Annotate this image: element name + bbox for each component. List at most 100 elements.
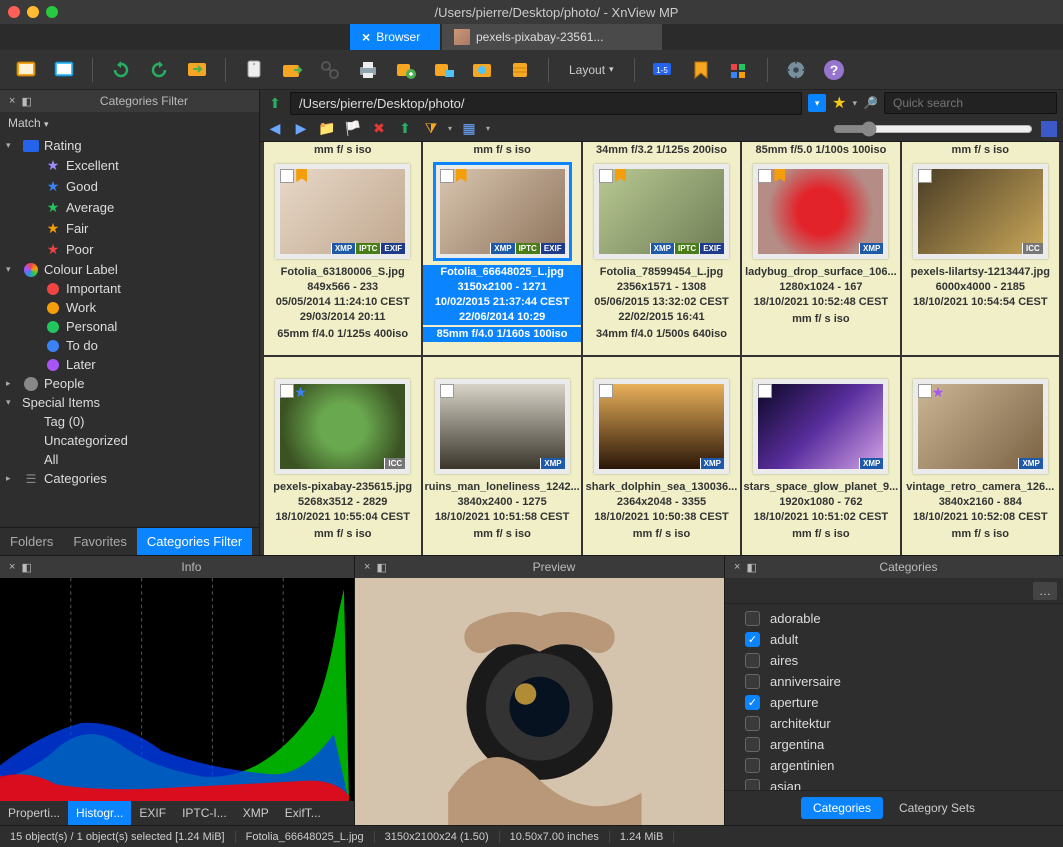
selection-checkbox[interactable]	[599, 384, 613, 398]
multipage-button[interactable]	[506, 56, 534, 84]
category-checkbox[interactable]	[745, 758, 760, 773]
forward-button[interactable]: ▶	[292, 120, 310, 138]
tree-rating-good[interactable]: ★Good	[0, 176, 259, 197]
rotate-right-button[interactable]	[145, 56, 173, 84]
thumbnail-cell[interactable]: ★XMPvintage_retro_camera_126...3840x2160…	[902, 357, 1059, 555]
bookmark-tool-button[interactable]	[687, 56, 715, 84]
category-row[interactable]: asian	[725, 776, 1063, 790]
thumbnail-image[interactable]: XMPIPTCEXIF	[275, 164, 410, 259]
category-row[interactable]: ✓adult	[725, 629, 1063, 650]
capture-button[interactable]	[468, 56, 496, 84]
open-folder-button[interactable]: 📁	[318, 120, 336, 138]
selection-checkbox[interactable]	[918, 169, 932, 183]
thumbnail-image[interactable]: XMP	[753, 379, 888, 474]
category-row[interactable]: adorable	[725, 608, 1063, 629]
info-tab-properties[interactable]: Properti...	[0, 801, 68, 825]
info-tab-xmp[interactable]: XMP	[235, 801, 277, 825]
batch-rename-button[interactable]	[430, 56, 458, 84]
float-panel-icon[interactable]: ◧	[373, 561, 389, 574]
tab-favorites[interactable]: Favorites	[63, 528, 136, 555]
thumbnail-cell[interactable]: XMPstars_space_glow_planet_9...1920x1080…	[742, 357, 899, 555]
delete-button[interactable]: ✖	[370, 120, 388, 138]
tree-rating-poor[interactable]: ★Poor	[0, 239, 259, 260]
category-row[interactable]: argentina	[725, 734, 1063, 755]
thumbnail-cell[interactable]: 85mm f/5.0 1/100s 100isoXMPladybug_drop_…	[742, 142, 899, 355]
view-options-button[interactable]	[1041, 121, 1057, 137]
search-button[interactable]	[316, 56, 344, 84]
tab-browser[interactable]: × Browser	[350, 24, 440, 50]
close-panel-icon[interactable]: ×	[731, 561, 743, 573]
tree-colour-todo[interactable]: To do	[0, 336, 259, 355]
selection-checkbox[interactable]	[440, 384, 454, 398]
tree-colour-later[interactable]: Later	[0, 355, 259, 374]
tag-green-button[interactable]: ⬆	[396, 120, 414, 138]
category-checkbox[interactable]	[745, 716, 760, 731]
tree-rating-fair[interactable]: ★Fair	[0, 218, 259, 239]
category-row[interactable]: architektur	[725, 713, 1063, 734]
thumbnail-cell[interactable]: XMPruins_man_loneliness_1242...3840x2400…	[423, 357, 580, 555]
thumbnail-cell[interactable]: 34mm f/3.2 1/125s 200isoXMPIPTCEXIFFotol…	[583, 142, 740, 355]
selection-checkbox[interactable]	[599, 169, 613, 183]
view-mode-button[interactable]: ▦	[460, 120, 478, 138]
thumbnail-size-slider[interactable]	[833, 121, 1033, 137]
path-dropdown-icon[interactable]: ▾	[808, 94, 826, 112]
tab-categories-filter[interactable]: Categories Filter	[137, 528, 252, 555]
category-checkbox[interactable]	[745, 737, 760, 752]
help-button[interactable]: ?	[820, 56, 848, 84]
thumbnail-cell[interactable]: XMPshark_dolphin_sea_130036...2364x2048 …	[583, 357, 740, 555]
thumbnail-image[interactable]: XMPIPTCEXIF	[594, 164, 729, 259]
close-panel-icon[interactable]: ×	[6, 95, 18, 107]
back-button[interactable]: ◀	[266, 120, 284, 138]
cat-tab-sets[interactable]: Category Sets	[887, 797, 987, 819]
info-tab-exif[interactable]: EXIF	[131, 801, 174, 825]
tree-colour-label[interactable]: ▾Colour Label	[0, 260, 259, 279]
rating-tool-button[interactable]: 1-5	[649, 56, 677, 84]
copy-button[interactable]	[240, 56, 268, 84]
category-row[interactable]: aires	[725, 650, 1063, 671]
close-panel-icon[interactable]: ×	[361, 561, 373, 573]
tab-folders[interactable]: Folders	[0, 528, 63, 555]
thumbnail-image[interactable]: XMP	[753, 164, 888, 259]
info-tab-exiftool[interactable]: ExifT...	[277, 801, 329, 825]
tree-rating-excellent[interactable]: ★Excellent	[0, 155, 259, 176]
selection-checkbox[interactable]	[918, 384, 932, 398]
filter-button[interactable]: ⧩	[422, 120, 440, 138]
close-window-icon[interactable]	[8, 6, 20, 18]
convert-button[interactable]	[183, 56, 211, 84]
tag-tool-button[interactable]	[725, 56, 753, 84]
tree-colour-work[interactable]: Work	[0, 298, 259, 317]
chevron-down-icon[interactable]: ▾	[853, 98, 858, 109]
zoom-window-icon[interactable]	[46, 6, 58, 18]
tree-special[interactable]: ▾Special Items	[0, 393, 259, 412]
thumbnail-image[interactable]: XMPIPTCEXIF	[435, 164, 570, 259]
float-panel-icon[interactable]: ◧	[18, 95, 34, 108]
match-dropdown[interactable]: Match ▾	[0, 112, 259, 134]
close-panel-icon[interactable]: ×	[6, 561, 18, 573]
tree-colour-important[interactable]: Important	[0, 279, 259, 298]
category-checkbox[interactable]: ✓	[745, 695, 760, 710]
slideshow-button[interactable]	[50, 56, 78, 84]
category-checkbox[interactable]	[745, 611, 760, 626]
tree-rating-average[interactable]: ★Average	[0, 197, 259, 218]
category-checkbox[interactable]	[745, 653, 760, 668]
cat-tab-categories[interactable]: Categories	[801, 797, 883, 819]
minimize-window-icon[interactable]	[27, 6, 39, 18]
float-panel-icon[interactable]: ◧	[743, 561, 759, 574]
batch-convert-button[interactable]	[392, 56, 420, 84]
category-checkbox[interactable]	[745, 779, 760, 790]
thumbnail-image[interactable]: XMP	[435, 379, 570, 474]
info-tab-histogram[interactable]: Histogr...	[68, 801, 131, 825]
tree-rating[interactable]: ▾Rating	[0, 136, 259, 155]
selection-checkbox[interactable]	[758, 384, 772, 398]
category-checkbox[interactable]: ✓	[745, 632, 760, 647]
print-button[interactable]	[354, 56, 382, 84]
preview-image-area[interactable]	[355, 578, 724, 825]
selection-checkbox[interactable]	[280, 384, 294, 398]
quick-search-input[interactable]	[884, 92, 1057, 114]
thumbnail-cell[interactable]: ★ICCpexels-pixabay-235615.jpg5268x3512 -…	[264, 357, 421, 555]
thumbnail-image[interactable]: XMP	[594, 379, 729, 474]
category-row[interactable]: anniversaire	[725, 671, 1063, 692]
tree-special-tag[interactable]: Tag (0)	[0, 412, 259, 431]
categories-menu-button[interactable]: …	[1033, 582, 1057, 600]
info-tab-iptc[interactable]: IPTC-I...	[174, 801, 235, 825]
